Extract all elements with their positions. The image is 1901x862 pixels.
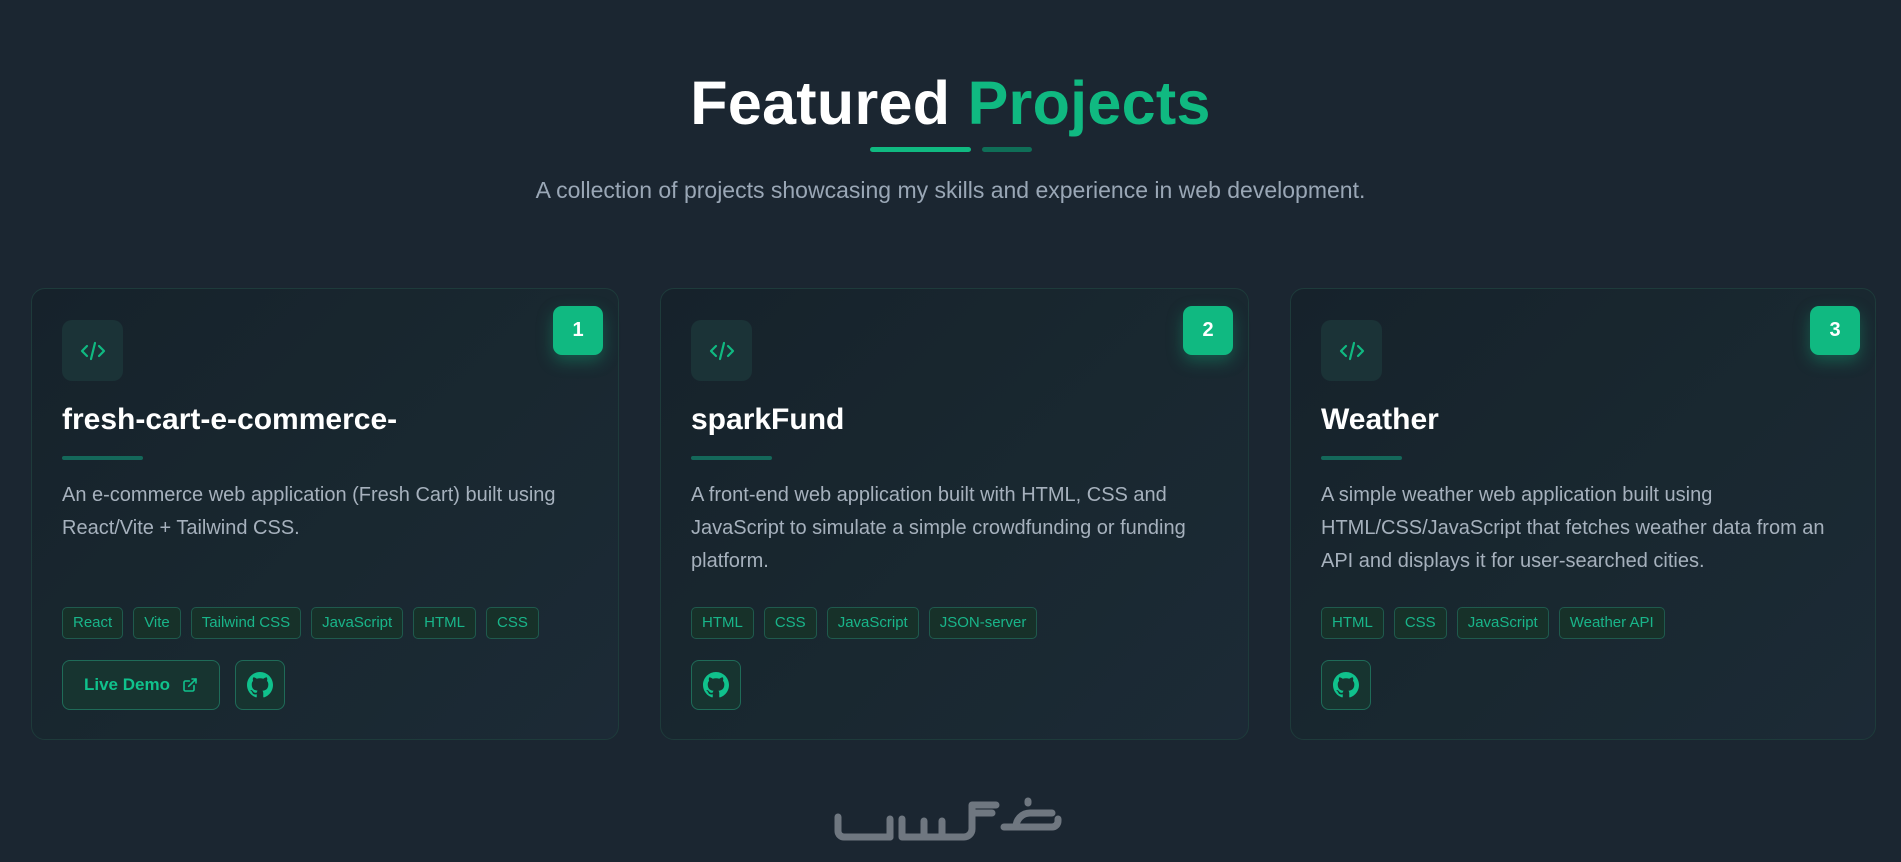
project-title: fresh-cart-e-commerce-: [62, 403, 398, 436]
title-underline: [0, 147, 1901, 152]
project-card: 2 sparkFund A front-end web application …: [660, 288, 1249, 740]
code-icon: [691, 320, 752, 381]
tech-tag: JavaScript: [826, 607, 919, 639]
tech-tag: CSS: [486, 607, 539, 639]
project-number-badge: 2: [1183, 306, 1233, 355]
tech-tag: React: [62, 607, 124, 639]
github-icon: [246, 672, 273, 698]
tech-tag: HTML: [1321, 607, 1384, 639]
github-button[interactable]: [691, 660, 741, 710]
project-title: Weather: [1321, 403, 1439, 436]
project-title: sparkFund: [691, 403, 845, 436]
github-button[interactable]: [1321, 660, 1371, 710]
featured-projects-section: Featured Projects A collection of projec…: [0, 0, 1901, 862]
project-description: An e-commerce web application (Fresh Car…: [62, 484, 556, 539]
title-divider: [691, 456, 772, 460]
project-card: 3 Weather A simple weather web applicati…: [1290, 288, 1876, 740]
tech-tags: HTML CSS JavaScript Weather API: [1321, 607, 1855, 639]
project-number-badge: 1: [553, 306, 603, 355]
project-number-badge: 3: [1810, 306, 1860, 355]
code-icon: [1321, 320, 1382, 381]
tech-tag: Vite: [133, 607, 181, 639]
project-description: A front-end web application built with H…: [691, 484, 1186, 572]
project-card: 1 fresh-cart-e-commerce- An e-commerce w…: [31, 288, 619, 740]
title-divider: [1321, 456, 1402, 460]
underline-primary: [869, 147, 971, 152]
tech-tag: CSS: [1393, 607, 1447, 639]
github-icon: [1333, 672, 1359, 698]
underline-secondary: [981, 147, 1032, 152]
tech-tag: CSS: [763, 607, 817, 639]
section-title-accent: Projects: [967, 69, 1211, 137]
tech-tag: JavaScript: [1456, 607, 1549, 639]
tech-tag: JavaScript: [311, 607, 404, 639]
external-link-icon: [183, 678, 197, 692]
live-demo-label: Live Demo: [84, 675, 170, 694]
project-description: A simple weather web application built u…: [1321, 484, 1825, 572]
tech-tag: HTML: [691, 607, 754, 639]
title-divider: [62, 456, 143, 460]
project-actions: [1321, 660, 1371, 710]
code-icon: [62, 320, 123, 381]
tech-tag: JSON-server: [928, 607, 1038, 639]
khamsat-watermark-logo: [834, 797, 1062, 841]
project-actions: [691, 660, 741, 710]
tech-tag: HTML: [413, 607, 477, 639]
github-button[interactable]: [234, 660, 285, 710]
live-demo-button[interactable]: Live Demo: [62, 660, 220, 710]
tech-tags: React Vite Tailwind CSS JavaScript HTML …: [62, 607, 598, 639]
tech-tag: Weather API: [1558, 607, 1665, 639]
tech-tag: Tailwind CSS: [190, 607, 302, 639]
section-title-white: Featured: [690, 69, 951, 137]
github-icon: [703, 672, 729, 698]
section-subtitle: A collection of projects showcasing my s…: [535, 177, 1366, 203]
project-actions: Live Demo: [62, 660, 285, 710]
tech-tags: HTML CSS JavaScript JSON-server: [691, 607, 1228, 639]
section-title: Featured Projects: [0, 68, 1901, 138]
